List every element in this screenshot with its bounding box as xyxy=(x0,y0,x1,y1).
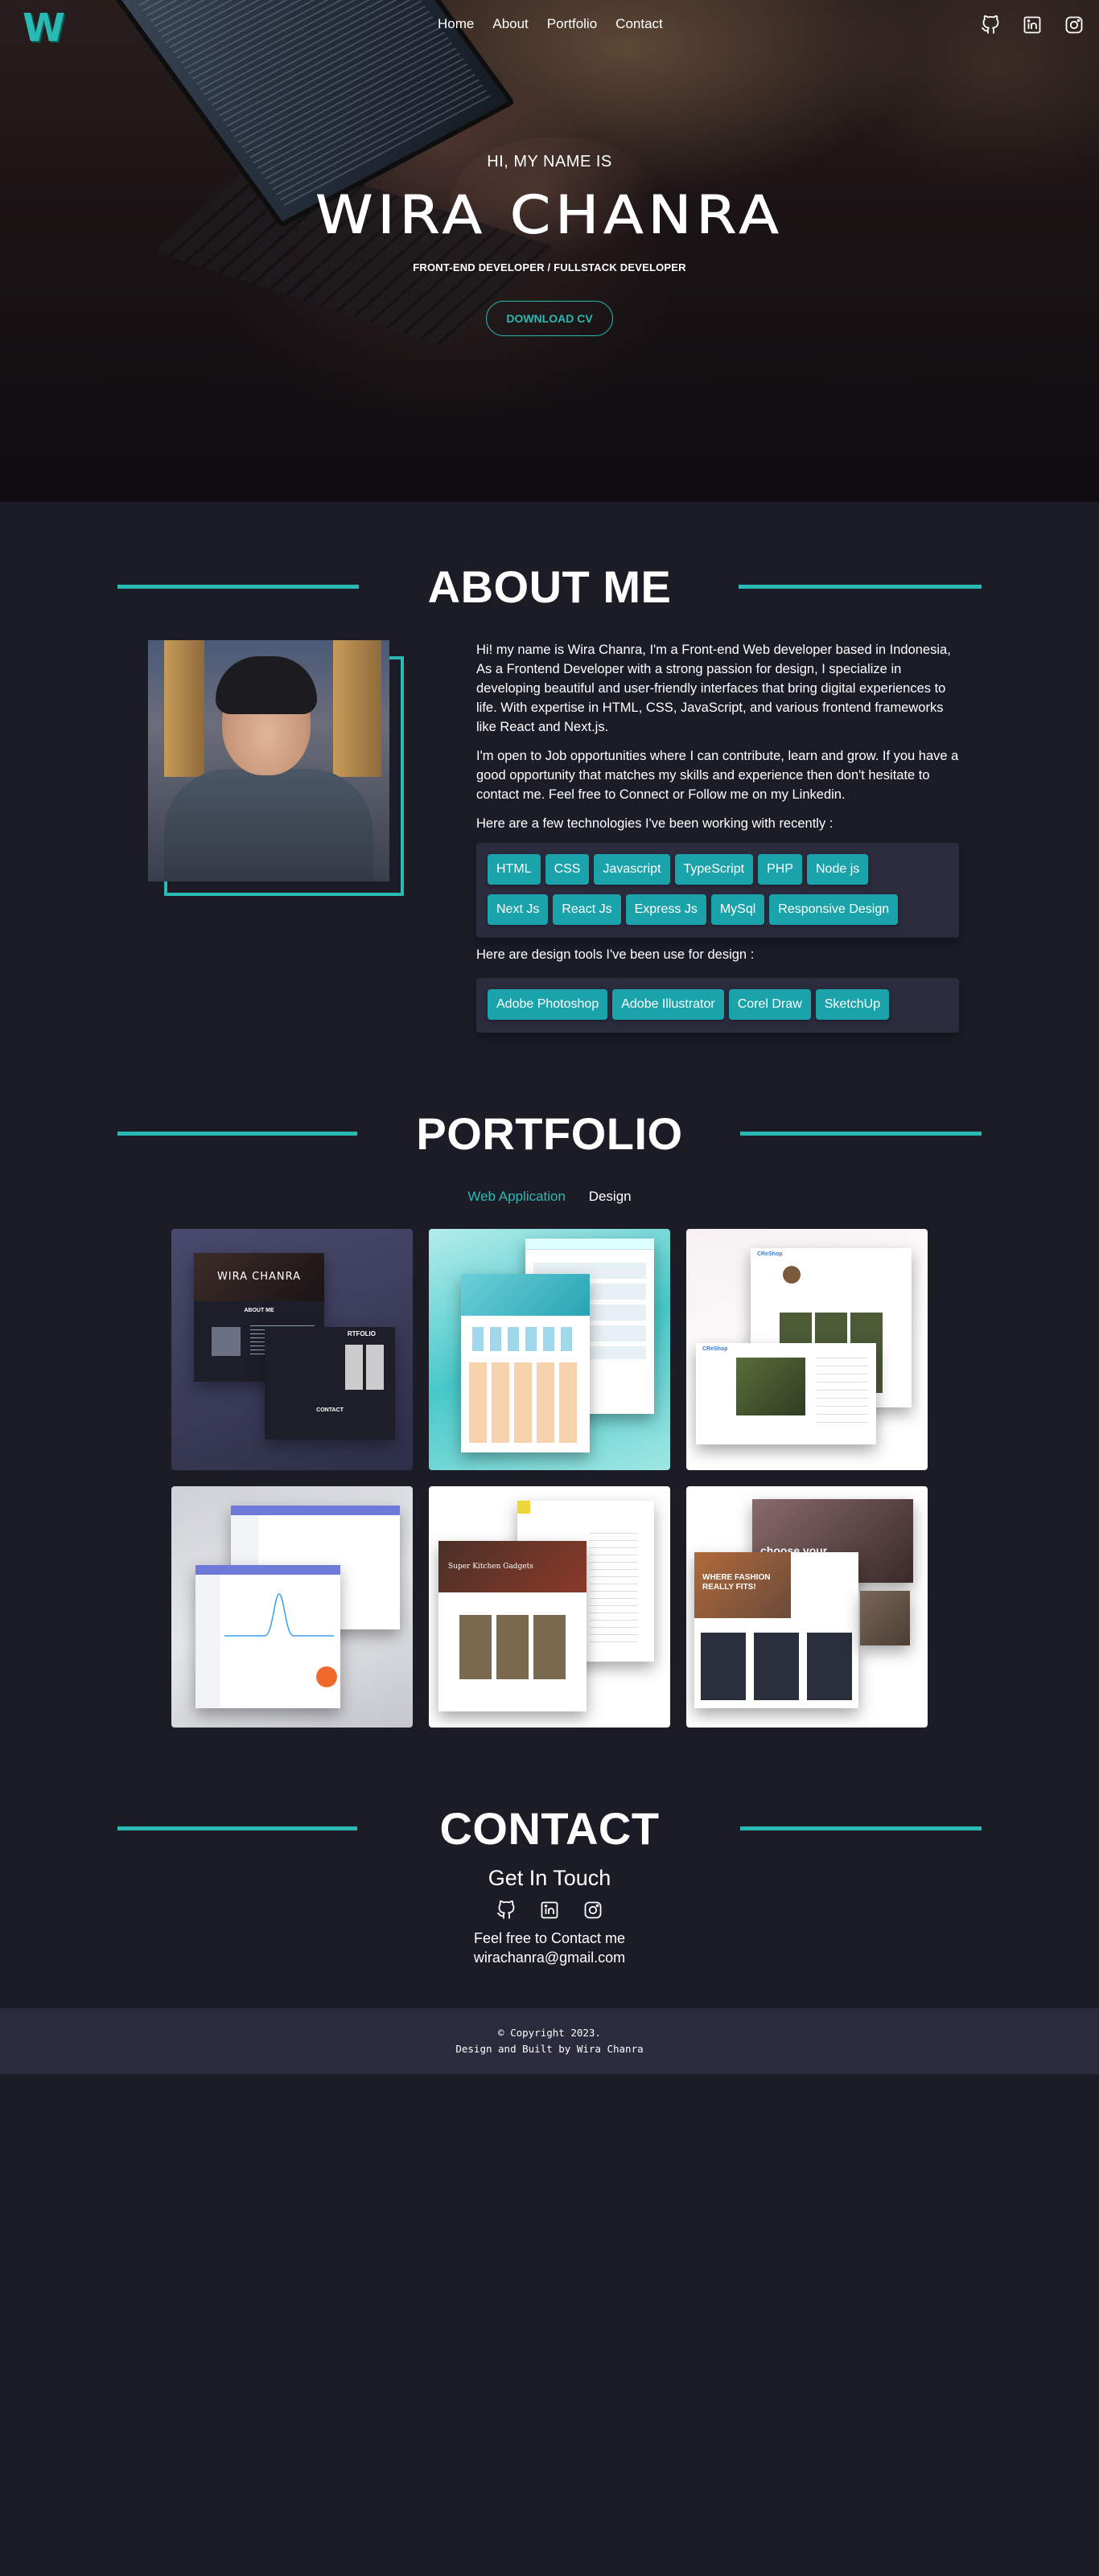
hero-name: WIRA CHANRA xyxy=(315,184,784,245)
portfolio-card-medical-store[interactable] xyxy=(429,1229,670,1470)
header-line-right xyxy=(740,1132,982,1136)
portfolio-card-kitchen[interactable]: Super Kitchen Gadgets xyxy=(429,1486,670,1728)
card-portfolio-text: RTFOLIO xyxy=(347,1330,376,1337)
header-line-right xyxy=(739,585,982,589)
card-brand-text: CReShop xyxy=(702,1346,728,1352)
nav-portfolio-link[interactable]: Portfolio xyxy=(547,16,597,32)
design-chip: Adobe Photoshop xyxy=(488,989,608,1020)
card-screenshot: RTFOLIO CONTACT xyxy=(265,1327,395,1440)
github-icon[interactable] xyxy=(980,14,1001,35)
hero-role: FRONT-END DEVELOPER / FULLSTACK DEVELOPE… xyxy=(413,261,686,273)
tech-chip: MySql xyxy=(710,894,765,925)
nav-about-link[interactable]: About xyxy=(492,16,528,32)
card-screenshot xyxy=(461,1274,590,1452)
tech-chip: Javascript xyxy=(594,854,670,885)
contact-note: Feel free to Contact me wirachanra@gmail… xyxy=(0,1929,1099,1967)
portfolio-card-dashboard[interactable] xyxy=(171,1486,413,1728)
portfolio-card-personal-site[interactable]: WIRA CHANRA ABOUT ME RTFOLIO CONTACT xyxy=(171,1229,413,1470)
tech-chip: Next Js xyxy=(488,894,549,925)
tech-chip: Express Js xyxy=(625,894,706,925)
top-navigation: W Home About Portfolio Contact xyxy=(0,0,1099,51)
contact-header: CONTACT xyxy=(0,1797,1099,1861)
github-icon[interactable] xyxy=(496,1900,517,1921)
card-screenshot xyxy=(196,1565,340,1708)
portfolio-card-fashion[interactable]: choose your WHERE FASHION REALLY FITS! xyxy=(686,1486,928,1728)
nav-home-link[interactable]: Home xyxy=(438,16,474,32)
contact-subtitle: Get In Touch xyxy=(488,1866,611,1890)
portfolio-header: PORTFOLIO xyxy=(0,1102,1099,1166)
card-fashion-headline: WHERE FASHION REALLY FITS! xyxy=(694,1552,791,1618)
header-line-right xyxy=(740,1826,982,1830)
contact-note-text: Feel free to Contact me xyxy=(473,1930,626,1946)
tech-chip: PHP xyxy=(758,854,802,885)
card-screenshot: CReShop xyxy=(696,1343,876,1444)
hero-content: HI, MY NAME IS WIRA CHANRA FRONT-END DEV… xyxy=(0,153,1099,336)
instagram-icon[interactable] xyxy=(1064,14,1085,35)
nav-contact-link[interactable]: Contact xyxy=(615,16,663,32)
profile-photo xyxy=(148,640,389,881)
linkedin-icon[interactable] xyxy=(539,1900,560,1921)
card-contact-text: CONTACT xyxy=(316,1407,344,1413)
portfolio-tabs: Web Application Design xyxy=(0,1189,1099,1205)
instagram-icon[interactable] xyxy=(582,1900,603,1921)
hero-greeting: HI, MY NAME IS xyxy=(487,153,612,171)
card-about-text: ABOUT ME xyxy=(244,1308,274,1313)
social-links xyxy=(980,14,1085,35)
download-cv-button[interactable]: DOWNLOAD CV xyxy=(486,301,613,336)
tech-chip: TypeScript xyxy=(674,854,754,885)
design-chip: Corel Draw xyxy=(728,989,811,1020)
dashboard-chart-graphic xyxy=(224,1593,334,1637)
hero-section: W Home About Portfolio Contact HI, MY NA… xyxy=(0,0,1099,502)
tab-design[interactable]: Design xyxy=(589,1189,632,1204)
site-logo[interactable]: W xyxy=(23,9,65,47)
footer-copyright: © Copyright 2023. xyxy=(498,2027,601,2039)
about-text: Hi! my name is Wira Chanra, I'm a Front-… xyxy=(476,640,959,843)
tech-stack-panel: HTML CSS Javascript TypeScript PHP Node js Nex… xyxy=(476,843,959,938)
portfolio-card-creshop[interactable]: CReShop CReShop xyxy=(686,1229,928,1470)
card-brand-text: CReShop xyxy=(757,1251,783,1257)
footer-credit: Design and Built by Wira Chanra xyxy=(455,2043,644,2055)
card-kitchen-title: Super Kitchen Gadgets xyxy=(438,1541,587,1592)
tech-chip: HTML xyxy=(488,854,541,885)
design-tools-panel: Adobe Photoshop Adobe Illustrator Corel Dr… xyxy=(476,978,959,1033)
tech-chip: Responsive Design xyxy=(769,894,899,925)
card-screenshot xyxy=(860,1591,910,1645)
design-chip: SketchUp xyxy=(815,989,890,1020)
tech-chip: Node js xyxy=(807,854,869,885)
contact-email[interactable]: wirachanra@gmail.com xyxy=(0,1948,1099,1967)
design-chip: Adobe Illustrator xyxy=(612,989,724,1020)
tech-heading: Here are a few technologies I've been wo… xyxy=(476,816,834,831)
nav-links: Home About Portfolio Contact xyxy=(438,16,681,32)
card-screenshot: Super Kitchen Gadgets xyxy=(438,1541,587,1711)
contact-social-links xyxy=(0,1900,1099,1921)
linkedin-icon[interactable] xyxy=(1022,14,1043,35)
about-header: ABOUT ME xyxy=(0,555,1099,619)
tech-chip: React Js xyxy=(553,894,621,925)
card-title-text: WIRA CHANRA xyxy=(194,1253,324,1301)
footer: © Copyright 2023. Design and Built by Wi… xyxy=(0,2008,1099,2074)
card-screenshot: WHERE FASHION REALLY FITS! xyxy=(694,1552,858,1708)
about-paragraph-2: I'm open to Job opportunities where I ca… xyxy=(476,749,959,802)
tech-chip: CSS xyxy=(545,854,590,885)
about-paragraph-1: Hi! my name is Wira Chanra, I'm a Front-… xyxy=(476,643,951,734)
design-heading: Here are design tools I've been use for … xyxy=(476,947,755,962)
tab-web-application[interactable]: Web Application xyxy=(467,1189,566,1204)
